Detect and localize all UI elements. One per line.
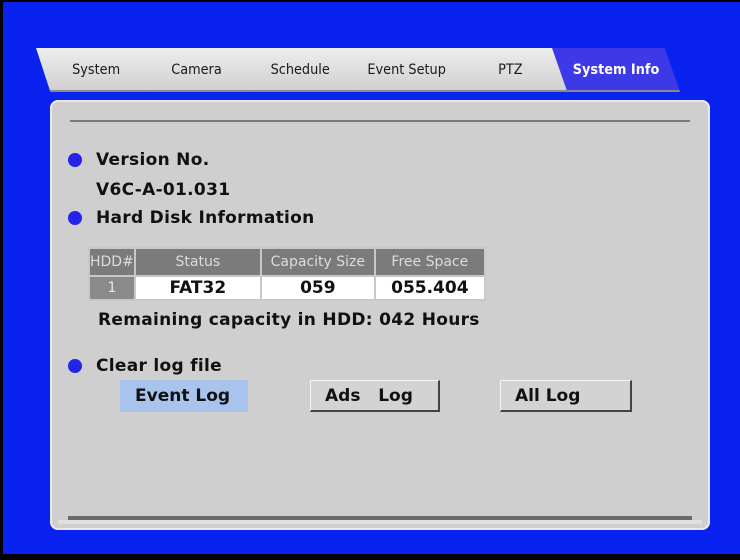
cell-capacity: 059 (259, 275, 376, 301)
panel-edge-bottom (58, 520, 702, 524)
hdd-table: HDD# Status Capacity Size Free Space 1 F… (88, 247, 486, 301)
bullet-icon (68, 211, 82, 225)
hdd-section: Hard Disk Information (68, 208, 315, 228)
panel-divider-bottom (68, 516, 692, 520)
panel-divider-top (70, 120, 690, 122)
cell-free-space: 055.404 (373, 275, 486, 301)
clear-log-section: Clear log file (68, 356, 222, 376)
tab-bar: System Camera Schedule Event Setup PTZ S… (36, 48, 680, 92)
tab-schedule[interactable]: Schedule (238, 48, 362, 92)
tab-ptz[interactable]: PTZ (450, 48, 570, 92)
event-log-button[interactable]: Event Log (120, 380, 248, 412)
tab-system-info[interactable]: System Info (552, 48, 680, 92)
hdd-heading: Hard Disk Information (96, 208, 315, 228)
version-section: Version No. (68, 150, 209, 170)
tab-camera[interactable]: Camera (136, 48, 256, 92)
version-heading: Version No. (96, 150, 210, 170)
version-value: V6C-A-01.031 (96, 180, 231, 200)
bullet-icon (68, 359, 82, 373)
column-header-status: Status (133, 247, 262, 277)
clear-log-heading: Clear log file (96, 356, 222, 376)
column-header-capacity: Capacity Size (259, 247, 376, 277)
cell-status: FAT32 (133, 275, 262, 301)
ads-log-button[interactable]: Ads Log (310, 380, 440, 412)
remaining-capacity-text: Remaining capacity in HDD: 042 Hours (98, 310, 480, 330)
column-header-free-space: Free Space (373, 247, 486, 277)
cell-hdd-number: 1 (88, 275, 136, 301)
bullet-icon (68, 153, 82, 167)
table-row: 1 FAT32 059 055.404 (88, 275, 486, 301)
tab-system[interactable]: System (36, 48, 156, 92)
all-log-button[interactable]: All Log (500, 380, 632, 412)
table-header-row: HDD# Status Capacity Size Free Space (88, 247, 486, 277)
column-header-hdd: HDD# (88, 247, 136, 277)
